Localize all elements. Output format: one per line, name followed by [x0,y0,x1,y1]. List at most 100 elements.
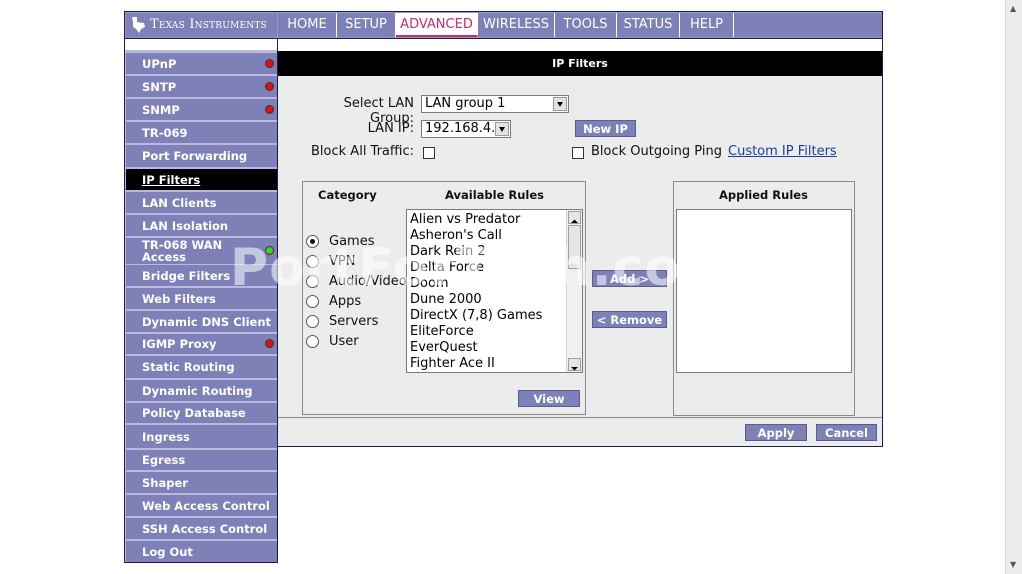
sidebar-item-label: SSH Access Control [142,521,268,536]
tab-tools[interactable]: TOOLS [555,13,617,37]
apply-button[interactable]: Apply [745,424,807,441]
lan-ip-select[interactable]: 192.168.4.6 [421,120,511,138]
lan-group-select[interactable]: LAN group 1 [421,95,569,113]
list-item[interactable]: DirectX (7,8) Games [410,308,542,323]
list-item[interactable]: Alien vs Predator [410,212,520,227]
sidebar-item-label: Web Access Control [142,498,270,513]
lan-group-value: LAN group 1 [425,96,506,111]
scroll-up-icon[interactable]: ▲ [1010,4,1016,13]
category-user-radio[interactable] [306,335,319,348]
sidebar-item-tr068-wan-access[interactable]: TR-068 WAN Access [126,238,277,264]
list-scrollbar[interactable] [566,210,582,372]
sidebar: UPnP SNTP SNMP TR-069 Port Forwarding IP… [124,39,278,563]
available-rules-list[interactable]: Alien vs Predator Asheron's Call Dark Re… [406,209,583,373]
sidebar-item-label: LAN Clients [142,195,217,210]
sidebar-item-port-forwarding[interactable]: Port Forwarding [126,145,277,167]
category-games-label: Games [329,234,375,249]
sidebar-item-upnp[interactable]: UPnP [126,53,277,74]
sidebar-item-label: Dynamic DNS Client [142,314,271,329]
tab-wireless[interactable]: WIRELESS [478,13,555,37]
tab-status[interactable]: STATUS [617,13,680,37]
new-ip-button[interactable]: New IP [575,120,636,137]
tab-help[interactable]: HELP [680,13,734,37]
sidebar-item-log-out[interactable]: Log Out [126,541,277,562]
sidebar-item-web-filters[interactable]: Web Filters [126,288,277,309]
view-button[interactable]: View [518,390,580,407]
list-item[interactable]: Dark Rein 2 [410,244,486,259]
sidebar-item-label: Dynamic Routing [142,383,253,398]
divider [278,417,882,418]
tab-filler [734,13,882,37]
sidebar-item-dynamic-dns-client[interactable]: Dynamic DNS Client [126,311,277,332]
list-item[interactable]: Asheron's Call [410,228,502,243]
sidebar-item-label: Port Forwarding [142,149,248,163]
status-red-icon [265,58,274,68]
block-outgoing-ping-checkbox[interactable] [572,147,584,159]
sidebar-item-tr069[interactable]: TR-069 [126,122,277,143]
sidebar-item-egress[interactable]: Egress [126,450,277,470]
sidebar-item-lan-isolation[interactable]: LAN Isolation [126,215,277,236]
scroll-down-icon[interactable]: ▼ [1010,560,1016,569]
sidebar-item-ip-filters[interactable]: IP Filters [126,169,277,190]
sidebar-spacer [125,39,277,50]
sidebar-item-label: Bridge Filters [142,268,231,283]
sidebar-item-label: Shaper [142,475,188,490]
sidebar-item-sntp[interactable]: SNTP [126,76,277,97]
sidebar-item-snmp[interactable]: SNMP [126,99,277,120]
scroll-down-icon[interactable] [568,358,581,371]
tab-advanced[interactable]: ADVANCED [396,13,478,37]
sidebar-item-igmp-proxy[interactable]: IGMP Proxy [126,334,277,354]
block-all-traffic-label: Block All Traffic: [311,144,414,159]
sidebar-item-dynamic-routing[interactable]: Dynamic Routing [126,380,277,401]
cancel-button[interactable]: Cancel [816,424,877,441]
sidebar-item-web-access-control[interactable]: Web Access Control [126,495,277,516]
remove-button[interactable]: < Remove [592,311,667,328]
sidebar-item-ingress[interactable]: Ingress [126,425,277,448]
list-item[interactable]: EverQuest [410,340,478,355]
page-title: IP Filters [278,51,882,76]
category-apps-label: Apps [329,294,362,309]
chevron-down-icon [495,122,509,136]
sidebar-item-policy-database[interactable]: Policy Database [126,403,277,423]
category-header: Category [318,188,377,202]
available-rules-header: Available Rules [445,188,544,202]
category-apps-radio[interactable] [306,295,319,308]
scroll-up-icon[interactable] [568,211,581,224]
sidebar-item-ssh-access-control[interactable]: SSH Access Control [126,518,277,539]
status-green-icon [265,246,274,255]
sidebar-item-lan-clients[interactable]: LAN Clients [126,192,277,213]
list-item[interactable]: Doom [410,276,449,291]
sidebar-item-label: IP Filters [142,172,201,187]
category-audio-video-radio[interactable] [306,275,319,288]
sidebar-item-shaper[interactable]: Shaper [126,472,277,493]
sidebar-item-label: UPnP [142,56,177,71]
block-outgoing-ping-label: Block Outgoing Ping [591,144,722,159]
sidebar-item-static-routing[interactable]: Static Routing [126,356,277,378]
sidebar-item-label: TR-068 WAN Access [142,238,223,264]
custom-ip-filters-link[interactable]: Custom IP Filters [728,144,837,159]
applied-rules-list[interactable] [676,209,852,373]
add-button[interactable]: Add > [592,270,667,287]
sidebar-item-label: Static Routing [142,360,235,374]
sidebar-item-label: Policy Database [142,406,246,420]
tab-setup[interactable]: SETUP [337,13,396,37]
category-servers-label: Servers [329,314,379,329]
scroll-thumb[interactable] [568,225,581,269]
window-scrollbar[interactable]: ▲ ▼ [1005,0,1022,574]
lan-ip-label: LAN IP: [367,121,414,136]
sidebar-item-label: Log Out [142,544,193,559]
category-vpn-radio[interactable] [306,255,319,268]
sidebar-item-bridge-filters[interactable]: Bridge Filters [126,265,277,286]
sidebar-item-label: SNMP [142,102,180,117]
list-item[interactable]: Delta Force [410,260,484,275]
block-all-traffic-checkbox[interactable] [423,147,435,159]
chevron-down-icon [553,97,567,111]
category-games-radio[interactable] [306,235,319,248]
category-servers-radio[interactable] [306,315,319,328]
sidebar-item-label: IGMP Proxy [142,337,217,351]
tab-home[interactable]: HOME [278,13,337,37]
list-item[interactable]: EliteForce [410,324,474,339]
brand-logo: Texas Instruments [126,13,277,37]
list-item[interactable]: Fighter Ace II [410,356,495,371]
list-item[interactable]: Dune 2000 [410,292,482,307]
